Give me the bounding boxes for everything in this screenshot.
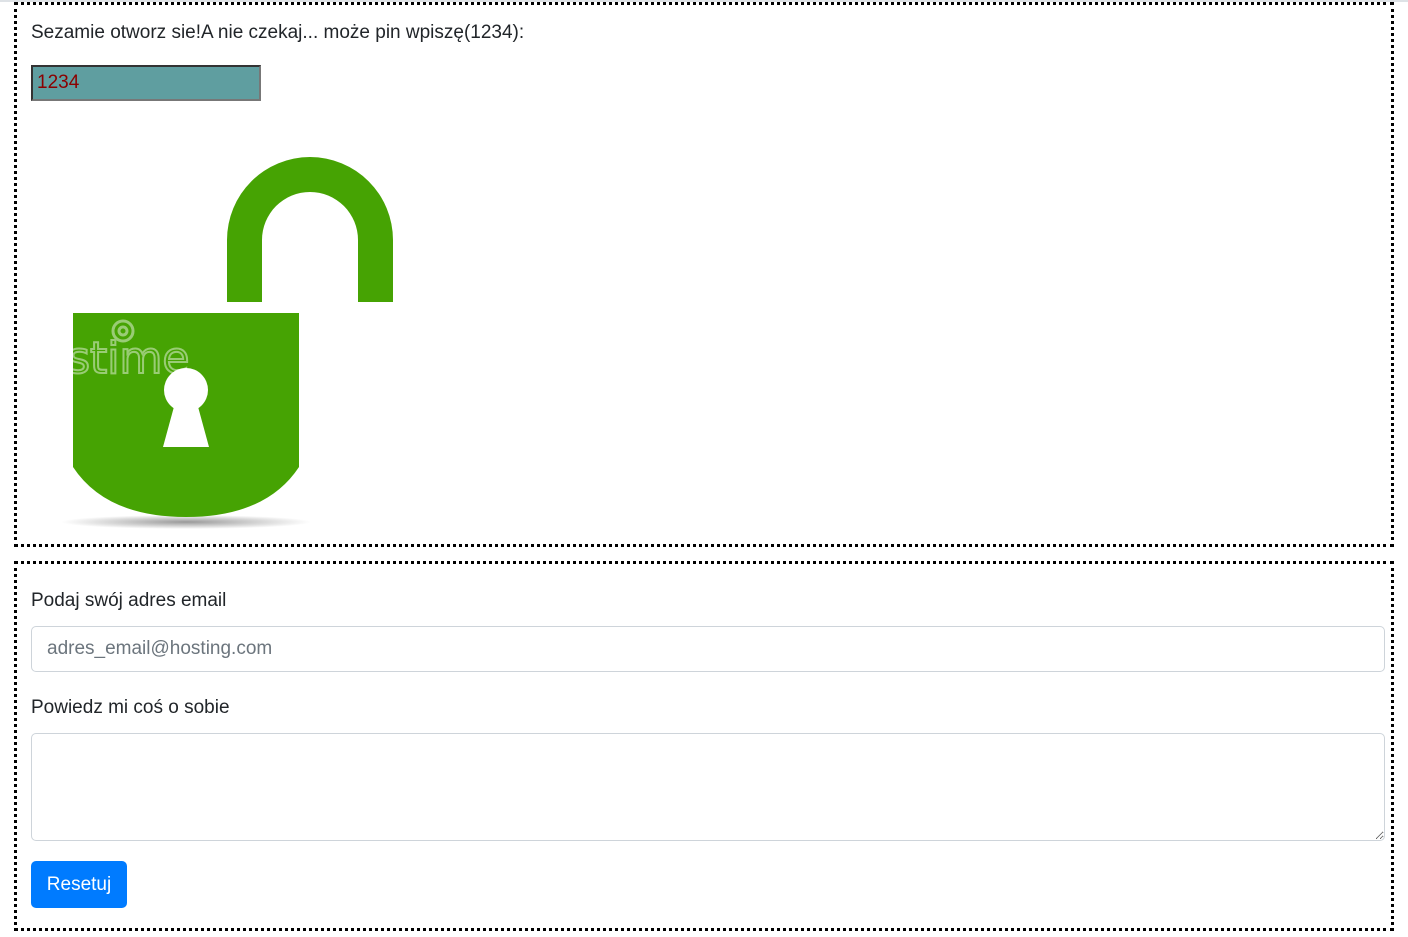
- form-panel: Podaj swój adres email Powiedz mi coś o …: [14, 561, 1394, 931]
- unlocked-padlock-icon: rstime: [48, 157, 393, 529]
- email-input[interactable]: [31, 626, 1385, 672]
- pin-input[interactable]: [31, 65, 261, 101]
- about-label: Powiedz mi coś o sobie: [31, 697, 230, 718]
- reset-button[interactable]: Resetuj: [31, 861, 127, 908]
- email-label: Podaj swój adres email: [31, 590, 227, 611]
- pin-panel: Sezamie otworz sie!A nie czekaj... może …: [14, 2, 1394, 547]
- about-textarea[interactable]: [31, 733, 1385, 841]
- pin-prompt-text: Sezamie otworz sie!A nie czekaj... może …: [31, 22, 525, 43]
- lock-shackle: [227, 157, 393, 302]
- lock-shadow: [61, 515, 311, 529]
- svg-text:rstime: rstime: [49, 333, 189, 384]
